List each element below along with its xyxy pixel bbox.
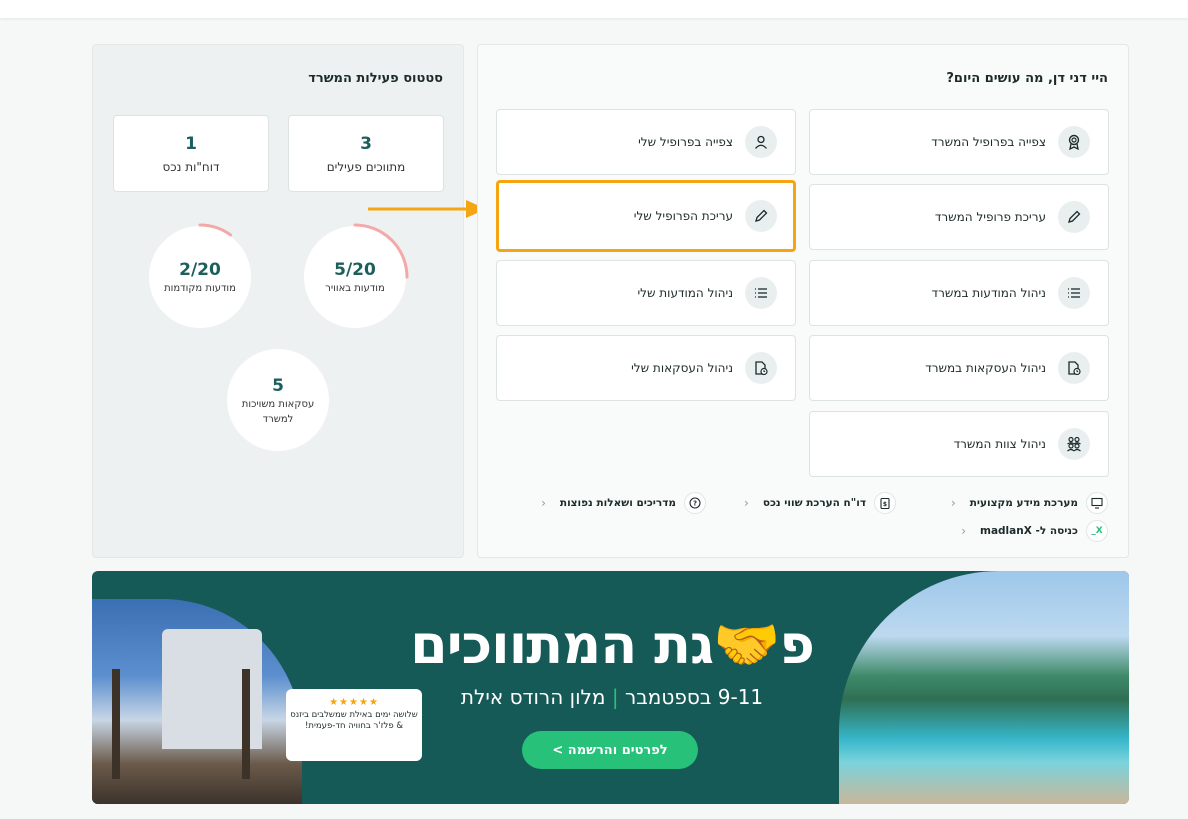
professional-info-link[interactable]: מערכת מידע מקצועית ‹ xyxy=(951,492,1108,514)
office-deals-value: 5 xyxy=(272,376,284,396)
active-agents-count: 3 xyxy=(360,134,372,154)
chevron-left-icon: ‹ xyxy=(541,496,546,510)
edit-my-profile-label: עריכת הפרופיל שלי xyxy=(633,209,733,223)
subtitle-separator: | xyxy=(611,685,619,709)
question-icon: ? xyxy=(684,492,706,514)
promoted-listings-progress-ring xyxy=(146,223,254,331)
pencil-icon xyxy=(745,200,777,232)
user-icon xyxy=(745,126,777,158)
manage-my-listings-button[interactable]: ניהול המודעות שלי xyxy=(496,260,796,326)
view-office-profile-button[interactable]: צפייה בפרופיל המשרד xyxy=(809,109,1109,175)
active-agents-card[interactable]: 3 מתווכים פעילים xyxy=(288,115,444,192)
banner-subtitle: 9-11 בספטמבר | מלון הרודס אילת xyxy=(382,685,842,709)
view-office-profile-label: צפייה בפרופיל המשרד xyxy=(931,135,1046,149)
manage-office-team-button[interactable]: ניהול צוות המשרד xyxy=(809,411,1109,477)
madlanx-logo: X_ xyxy=(1086,520,1108,542)
svg-text:?: ? xyxy=(693,500,697,508)
office-deals-label: עסקאות משויכות למשרד xyxy=(241,399,315,425)
conference-banner[interactable]: ★★★★★ שלושה ימים באילת שמשלבים ביזנס & פ… xyxy=(92,571,1129,804)
chevron-left-icon: ‹ xyxy=(961,524,967,538)
svg-text:$: $ xyxy=(883,501,887,508)
guides-faq-link[interactable]: ? מדריכים ושאלות נפוצות ‹ xyxy=(541,492,706,514)
clipboard-dollar-icon: $ xyxy=(874,492,896,514)
banner-headline: פ🤝גת המתווכים xyxy=(410,613,815,676)
edit-my-profile-button[interactable]: עריכת הפרופיל שלי xyxy=(496,180,796,252)
property-reports-label: דוח"ות נכס xyxy=(162,160,220,174)
pointer-arrow-icon xyxy=(368,200,486,218)
madlanx-label: כניסה ל- madlanX xyxy=(980,525,1078,537)
property-reports-count: 1 xyxy=(185,134,197,154)
guides-faq-label: מדריכים ושאלות נפוצות xyxy=(559,497,676,509)
office-status-panel: סטטוס פעילות המשרד 3 מתווכים פעילים 1 דו… xyxy=(92,44,464,558)
manage-office-deals-label: ניהול העסקאות במשרד xyxy=(925,361,1046,375)
team-icon xyxy=(1058,428,1090,460)
list-icon xyxy=(745,277,777,309)
active-agents-label: מתווכים פעילים xyxy=(326,160,406,174)
greeting-title: היי דני דן, מה עושים היום? xyxy=(946,71,1108,86)
chevron-left-icon: ‹ xyxy=(950,496,956,510)
manage-office-listings-label: ניהול המודעות במשרד xyxy=(931,286,1046,300)
view-my-profile-label: צפייה בפרופיל שלי xyxy=(638,135,733,149)
document-clock-icon xyxy=(745,352,777,384)
live-listings-circle[interactable]: 5/20 מודעות באוויר xyxy=(301,223,409,331)
live-listings-progress-ring xyxy=(301,223,409,331)
document-clock-icon xyxy=(1058,352,1090,384)
edit-office-profile-label: עריכת פרופיל המשרד xyxy=(934,210,1046,224)
view-my-profile-button[interactable]: צפייה בפרופיל שלי xyxy=(496,109,796,175)
review-text: שלושה ימים באילת שמשלבים ביזנס & פלז'ר ב… xyxy=(290,710,418,732)
manage-my-listings-label: ניהול המודעות שלי xyxy=(637,286,733,300)
manage-my-deals-button[interactable]: ניהול העסקאות שלי xyxy=(496,335,796,401)
actions-panel: היי דני דן, מה עושים היום? צפייה בפרופיל… xyxy=(477,44,1129,558)
list-icon xyxy=(1058,277,1090,309)
status-title: סטטוס פעילות המשרד xyxy=(308,71,443,86)
award-icon xyxy=(1058,126,1090,158)
professional-info-label: מערכת מידע מקצועית xyxy=(969,497,1078,509)
monitor-icon xyxy=(1086,492,1108,514)
event-location: מלון הרודס אילת xyxy=(460,685,606,709)
office-deals-circle[interactable]: 5 עסקאות משויכות למשרד xyxy=(227,349,329,451)
chevron-left-icon: ‹ xyxy=(744,496,749,510)
hotel-pool-photo xyxy=(839,571,1129,804)
madlanx-link[interactable]: X_ כניסה ל- madlanX ‹ xyxy=(961,520,1108,542)
manage-office-deals-button[interactable]: ניהול העסקאות במשרד xyxy=(809,335,1109,401)
pencil-icon xyxy=(1058,201,1090,233)
top-bar xyxy=(0,0,1188,18)
promoted-listings-circle[interactable]: 2/20 מודעות מקודמות xyxy=(146,223,254,331)
hotel-event-photo xyxy=(92,599,302,804)
property-reports-card[interactable]: 1 דוח"ות נכס xyxy=(113,115,269,192)
valuation-report-link[interactable]: $ דו"ח הערכת שווי נכס ‹ xyxy=(744,492,896,514)
register-button[interactable]: לפרטים והרשמה > xyxy=(522,731,698,769)
manage-office-team-label: ניהול צוות המשרד xyxy=(953,437,1046,451)
event-dates: 9-11 בספטמבר xyxy=(624,685,764,709)
edit-office-profile-button[interactable]: עריכת פרופיל המשרד xyxy=(809,184,1109,250)
manage-my-deals-label: ניהול העסקאות שלי xyxy=(631,361,733,375)
valuation-report-label: דו"ח הערכת שווי נכס xyxy=(762,497,866,509)
manage-office-listings-button[interactable]: ניהול המודעות במשרד xyxy=(809,260,1109,326)
